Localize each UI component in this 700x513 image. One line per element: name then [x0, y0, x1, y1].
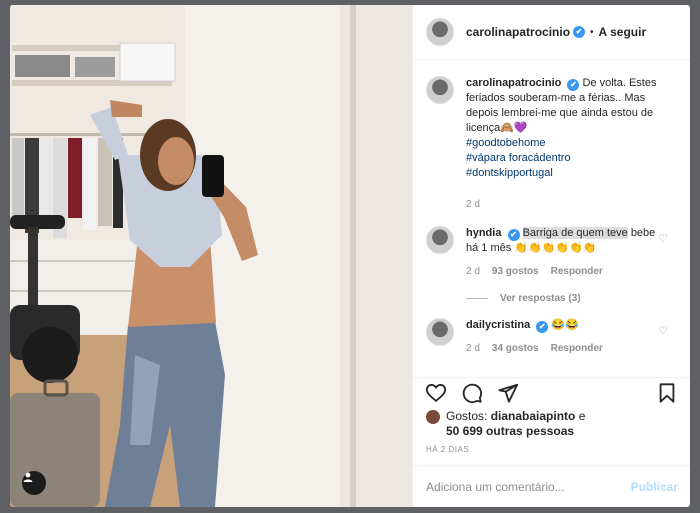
comment-item: dailycristina ✔ 😂😂 2 d 34 gostos Respond…: [426, 318, 678, 356]
comment-body: hyndia ✔ Barriga de quem teve bebe há 1 …: [466, 226, 661, 279]
view-replies-label: Ver respostas (3): [500, 293, 581, 304]
caption-author-avatar[interactable]: [426, 76, 454, 104]
comments-section[interactable]: carolinapatrocinio ✔ De volta. Estes fer…: [413, 60, 690, 377]
commenter-avatar[interactable]: [426, 318, 454, 346]
likes-text: Gostos: dianabaiapinto e 50 699 outras p…: [446, 409, 585, 439]
hashtag-link[interactable]: #dontskipportugal: [466, 166, 678, 181]
caption-timestamp[interactable]: 2 d: [466, 197, 678, 212]
comment-input[interactable]: [426, 479, 631, 494]
author-username[interactable]: carolinapatrocinio: [466, 25, 570, 39]
comment-time[interactable]: 2 d: [466, 341, 480, 356]
comment-icon[interactable]: [461, 382, 483, 404]
replies-divider-line: [466, 298, 488, 299]
header-separator: •: [590, 26, 594, 38]
following-button[interactable]: A seguir: [599, 25, 647, 39]
verified-badge-icon: ✔: [573, 26, 586, 38]
commenter-username[interactable]: hyndia: [466, 227, 501, 239]
mirror-selfie-illustration: [10, 5, 412, 507]
comment-likes[interactable]: 34 gostos: [492, 341, 539, 356]
post-sidebar: carolinapatrocinio ✔ • A seguir carolina…: [412, 5, 690, 507]
verified-badge-icon: ✔: [507, 229, 520, 241]
post-photo[interactable]: [10, 5, 412, 507]
hashtag-link[interactable]: #goodtobehome: [466, 136, 678, 151]
comment-like-heart-icon[interactable]: ♡: [658, 232, 668, 245]
add-comment-bar: Publicar: [413, 465, 690, 507]
author-avatar[interactable]: [426, 18, 454, 46]
likes-summary: Gostos: dianabaiapinto e 50 699 outras p…: [413, 407, 690, 439]
liker-avatar[interactable]: [426, 410, 440, 424]
comment-text-highlighted: Barriga de quem teve: [522, 227, 628, 239]
verified-badge-icon: ✔: [536, 321, 549, 333]
reply-button[interactable]: Responder: [551, 264, 603, 279]
likes-others[interactable]: 50 699 outras pessoas: [446, 424, 574, 438]
view-replies-button[interactable]: Ver respostas (3): [466, 293, 678, 304]
likes-connector: e: [578, 409, 586, 423]
person-icon: [23, 472, 33, 482]
comment-meta: 2 d 93 gostos Responder: [466, 264, 661, 279]
post-caption: carolinapatrocinio ✔ De volta. Estes fer…: [426, 76, 678, 212]
comment-meta: 2 d 34 gostos Responder: [466, 341, 661, 356]
heart-icon[interactable]: [425, 382, 447, 404]
caption-hashtags: #goodtobehome #vápara foracádentro #dont…: [466, 136, 678, 181]
post-timestamp[interactable]: HÁ 2 DIAS: [413, 439, 690, 454]
publish-button[interactable]: Publicar: [631, 480, 678, 494]
caption-body: carolinapatrocinio ✔ De volta. Estes fer…: [466, 76, 678, 212]
comment-text: 😂😂: [551, 319, 579, 331]
share-icon[interactable]: [497, 382, 519, 404]
commenter-username[interactable]: dailycristina: [466, 319, 530, 331]
post-header: carolinapatrocinio ✔ • A seguir: [413, 5, 690, 60]
comment-body: dailycristina ✔ 😂😂 2 d 34 gostos Respond…: [466, 318, 661, 356]
caption-username[interactable]: carolinapatrocinio: [466, 77, 561, 89]
comment-time[interactable]: 2 d: [466, 264, 480, 279]
instagram-post-modal: carolinapatrocinio ✔ • A seguir carolina…: [10, 5, 690, 507]
liker-username[interactable]: dianabaiapinto: [491, 409, 576, 423]
bookmark-icon[interactable]: [656, 382, 678, 404]
comment-likes[interactable]: 93 gostos: [492, 264, 539, 279]
likes-prefix: Gostos:: [446, 409, 488, 423]
comment-like-heart-icon[interactable]: ♡: [658, 324, 668, 337]
comment-item: hyndia ✔ Barriga de quem teve bebe há 1 …: [426, 226, 678, 279]
post-actions-bar: [413, 377, 690, 407]
tagged-user-icon[interactable]: [22, 471, 46, 495]
hashtag-link[interactable]: #vápara foracádentro: [466, 151, 678, 166]
reply-button[interactable]: Responder: [551, 341, 603, 356]
commenter-avatar[interactable]: [426, 226, 454, 254]
verified-badge-icon: ✔: [567, 79, 580, 91]
